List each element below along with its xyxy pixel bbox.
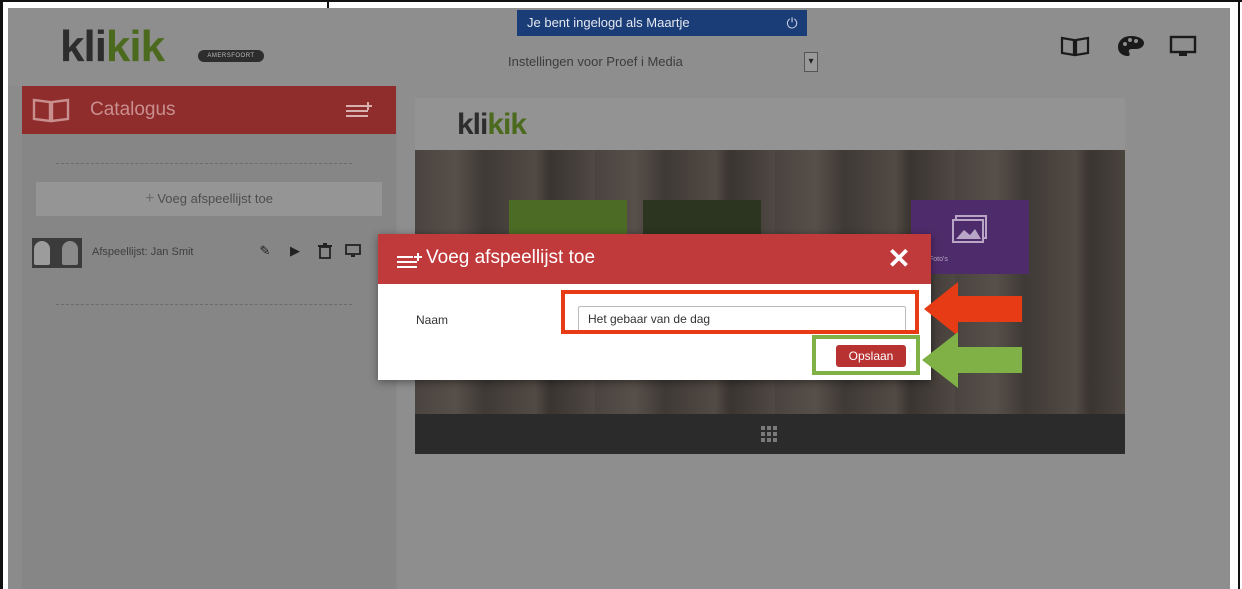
add-list-icon bbox=[397, 253, 422, 268]
power-icon[interactable]: ⏻ bbox=[782, 10, 802, 36]
palette-icon[interactable] bbox=[1116, 34, 1146, 58]
settings-for-label: Instellingen voor Proef i Media bbox=[508, 54, 683, 69]
trash-icon[interactable] bbox=[316, 242, 334, 260]
name-label: Naam bbox=[416, 313, 449, 327]
add-playlist-button[interactable]: + Voeg afspeellijst toe bbox=[36, 182, 382, 216]
catalog-sidebar: Catalogus + Voeg afspeellijst toe Afspeel… bbox=[22, 86, 396, 589]
preview-logo-accent: kik bbox=[487, 108, 527, 141]
top-header: klikik AMERSFOORT Je bent ingelogd als M… bbox=[8, 8, 1230, 86]
frame-border-top bbox=[0, 0, 1242, 2]
logo-badge: AMERSFOORT bbox=[198, 50, 264, 62]
book-icon[interactable] bbox=[1060, 34, 1090, 58]
login-status-bar: Je bent ingelogd als Maartje ⏻ bbox=[517, 10, 807, 36]
green-arrow-icon bbox=[922, 332, 1022, 388]
monitor-icon[interactable] bbox=[1168, 34, 1198, 58]
image-icon bbox=[952, 215, 987, 243]
book-icon bbox=[32, 98, 70, 123]
app-logo[interactable]: klikik bbox=[60, 22, 165, 72]
photos-tile-label: Foto's bbox=[929, 256, 948, 263]
preview-footer bbox=[415, 414, 1125, 454]
divider bbox=[56, 163, 352, 164]
frame-border-left bbox=[0, 0, 3, 589]
playlist-label: Afspeellijst: Jan Smit bbox=[92, 246, 194, 258]
close-icon[interactable]: ✕ bbox=[882, 242, 916, 276]
preview-logo: klikik bbox=[457, 108, 527, 142]
login-status-text: Je bent ingelogd als Maartje bbox=[527, 15, 690, 30]
frame-border-right bbox=[1238, 0, 1240, 589]
grid-icon[interactable] bbox=[760, 425, 778, 443]
dialog-title: Voeg afspeellijst toe bbox=[426, 247, 596, 268]
monitor-icon[interactable] bbox=[344, 242, 362, 260]
divider bbox=[56, 304, 352, 305]
catalog-title: Catalogus bbox=[90, 99, 176, 120]
preview-header: klikik bbox=[415, 98, 1125, 150]
add-playlist-label: Voeg afspeellijst toe bbox=[157, 191, 273, 206]
preview-logo-main: kli bbox=[457, 108, 488, 141]
plus-icon: + bbox=[145, 190, 155, 207]
save-highlight-box bbox=[812, 335, 920, 375]
add-list-icon[interactable] bbox=[344, 100, 374, 120]
input-highlight-box bbox=[561, 290, 919, 334]
dialog-header: Voeg afspeellijst toe ✕ bbox=[378, 234, 931, 284]
playlist-thumbnail bbox=[32, 238, 82, 268]
edit-icon[interactable]: ✎ bbox=[256, 242, 274, 260]
logo-text-main: kli bbox=[60, 22, 107, 71]
play-icon[interactable]: ▶ bbox=[286, 242, 304, 260]
settings-dropdown[interactable]: ▾ bbox=[804, 52, 818, 72]
playlist-item[interactable]: Afspeellijst: Jan Smit ✎ ▶ bbox=[30, 234, 396, 268]
document-frame: klikik AMERSFOORT Je bent ingelogd als M… bbox=[0, 0, 1242, 589]
logo-text-accent: kik bbox=[105, 22, 165, 71]
catalog-header: Catalogus bbox=[22, 86, 396, 134]
